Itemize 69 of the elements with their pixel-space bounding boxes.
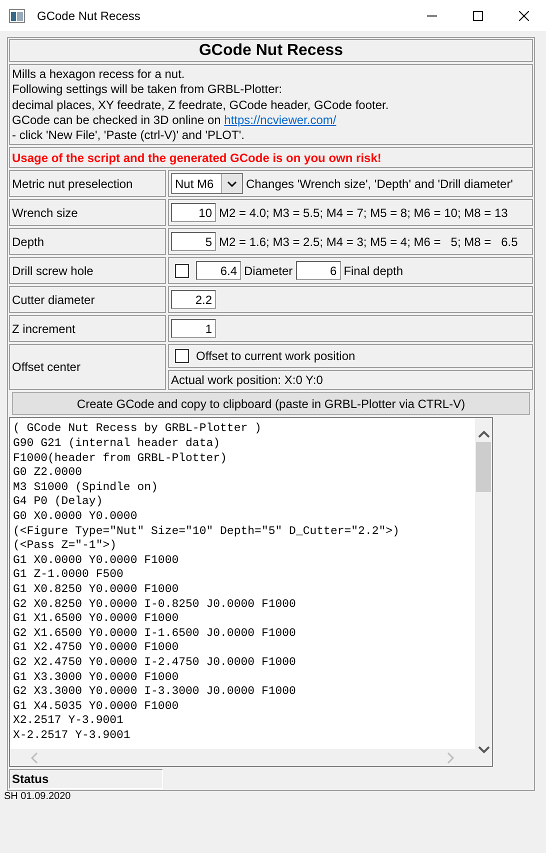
field-label: Depth [12,234,44,249]
field-label: Offset center [12,360,80,374]
depth-field[interactable]: 6 [296,261,341,280]
number-field[interactable]: 1 [171,319,216,338]
checkbox[interactable] [175,349,189,364]
code-line: G1 X1.6500 Y0.0000 F1000 [13,612,180,627]
create-gcode-button[interactable]: Create GCode and copy to clipboard (paste in GRBL-Plotter via CTRL-V) [12,392,530,416]
code-line: (<Figure Type="Nut" Size="10" Depth="5" D_Cutter="2.2">) [13,524,400,540]
code-line: G1 X4.5035 Y0.0000 F1000 [13,700,180,714]
number-field[interactable]: 10 [171,203,216,222]
field-label: Wrench size [12,206,78,220]
field-label: Final depth [344,264,404,278]
horizontal-scrollbar[interactable] [10,749,475,766]
code-line: G1 X0.8250 Y0.0000 F1000 [13,583,180,598]
description-line: Mills a hexagon recess for a nut. [12,67,185,82]
link[interactable]: https://ncviewer.com/ [224,112,336,127]
chevron-left-icon [30,752,38,764]
code-line: G2 X1.6500 Y0.0000 I-1.6500 J0.0000 F1000 [13,626,297,642]
code-line: G1 X3.3000 Y0.0000 F1000 [13,670,180,686]
nut-dropdown[interactable]: Nut M6 [171,173,243,194]
hint-text: M2 = 4.0; M3 = 5.5; M4 = 7; M5 = 8; M6 = 10; M8 = 13 [219,206,508,220]
code-line: G0 Z2.0000 [13,466,84,481]
gcode-textarea[interactable] [9,417,493,768]
chevron-down-icon [227,180,237,187]
code-line: G2 X2.4750 Y0.0000 I-2.4750 J0.0000 F1000 [13,656,297,671]
field-label: Metric nut preselection [12,176,133,191]
close-icon[interactable] [519,10,529,20]
heading: GCode Nut Recess [198,42,344,60]
code-line: M3 S1000 (Spindle on) [13,480,159,496]
field-label: Diameter [244,264,293,278]
code-line: (<Pass Z="-1">) [13,539,118,554]
chevron-down-icon [478,746,490,754]
code-line: G2 X0.8250 Y0.0000 I-0.8250 J0.0000 F1000 [13,598,297,612]
description-line: GCode can be checked in 3D online on [12,112,221,127]
chevron-up-icon [478,430,490,438]
app-icon [9,8,25,22]
code-line: G4 P0 (Delay) [13,495,104,510]
maximize-icon[interactable] [473,10,483,20]
field-label: Z increment [12,322,76,336]
checkbox[interactable] [175,264,189,278]
window-title: GCode Nut Recess [37,8,142,22]
description-line: Following settings will be taken from GRBL-Plotter: [12,82,282,98]
code-line: ( GCode Nut Recess by GRBL-Plotter ) [13,422,262,438]
code-line: G0 X0.0000 Y0.0000 [13,510,138,525]
diameter-field[interactable]: 6.4 [196,261,241,280]
code-line: X2.2517 Y-3.9001 [13,714,124,729]
work-position-text: Actual work position: X:0 Y:0 [171,373,323,388]
hint-text: M2 = 1.6; M3 = 2.5; M4 = 3; M5 = 4; M6 = 5; M8 = 6.5 [219,234,518,249]
footer-text: SH 01.09.2020 [4,791,72,802]
field-label: Cutter diameter [12,292,95,307]
code-line: G1 X2.4750 Y0.0000 F1000 [13,641,180,656]
code-line: G90 G21 (internal header data) [13,437,222,452]
scrollbar-thumb[interactable] [476,442,491,492]
hint-text: Changes 'Wrench size', 'Depth' and 'Drill diameter' [246,176,513,191]
code-line: F1000(header from GRBL-Plotter) [13,452,228,466]
vertical-scrollbar[interactable] [475,418,492,766]
number-field[interactable]: 5 [171,232,216,252]
chevron-right-icon [447,752,455,764]
code-line: G1 X0.0000 Y0.0000 F1000 [13,554,180,568]
code-line: X-2.2517 Y-3.9001 [13,728,132,744]
field-label: Drill screw hole [12,264,94,278]
description-line: decimal places, XY feedrate, Z feedrate, GCode header, GCode footer. [12,98,389,113]
code-line: G2 X3.3000 Y0.0000 I-3.3000 J0.0000 F1000 [13,685,297,700]
warning-text: Usage of the script and the generated GCode is on you own risk! [12,150,382,165]
checkbox-label: Offset to current work position [196,349,356,364]
number-field[interactable]: 2.2 [171,290,216,310]
status-label: Status [9,769,163,790]
code-line: G1 Z-1.0000 F500 [13,568,124,584]
description-line: - click 'New File', 'Paste (ctrl-V)' and 'PLOT'. [12,128,244,144]
